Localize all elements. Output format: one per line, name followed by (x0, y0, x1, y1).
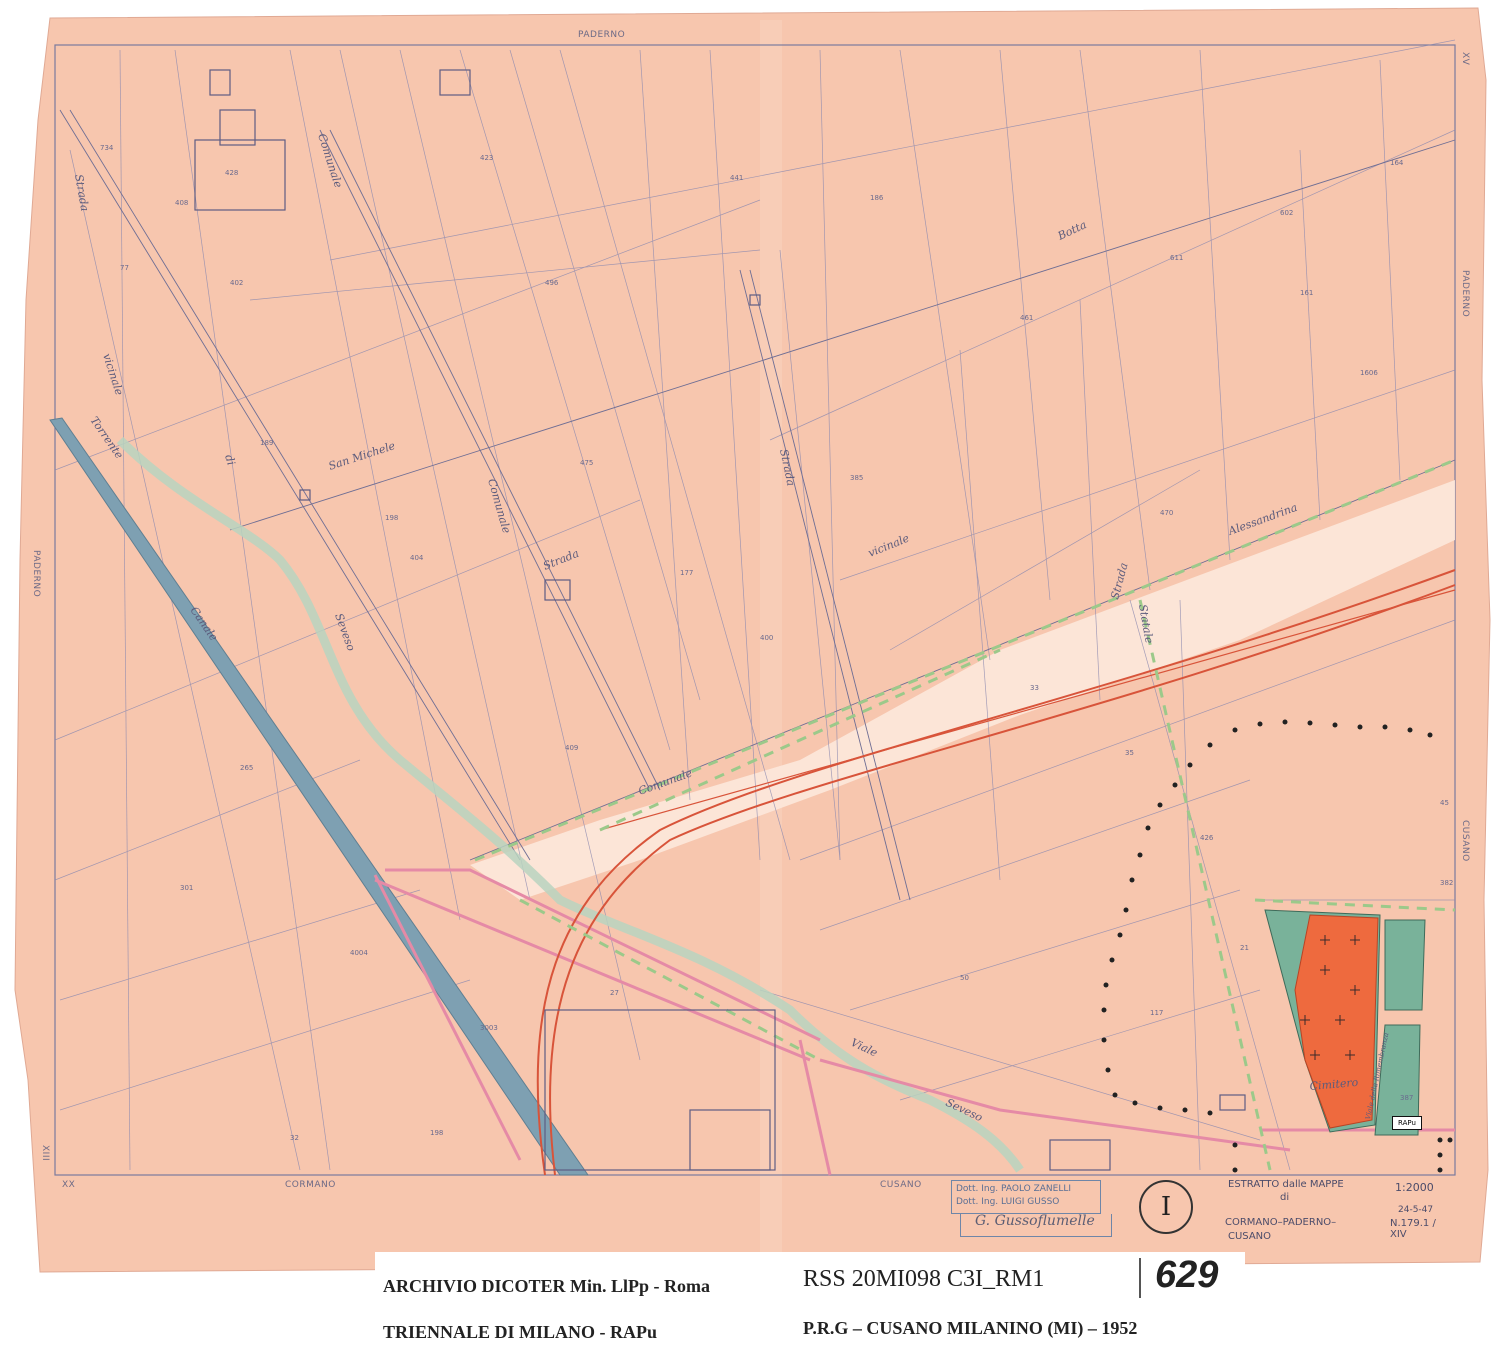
archive-code: RSS 20MI098 C3I_RM1 (803, 1266, 1045, 1292)
svg-text:602: 602 (1280, 209, 1293, 217)
svg-text:470: 470 (1160, 509, 1173, 517)
paper-sheet (14, 7, 1491, 1273)
svg-text:404: 404 (410, 554, 424, 562)
archive-line-1: ARCHIVIO DICOTER Min. LlPp - Roma (383, 1276, 711, 1296)
svg-text:117: 117 (1150, 1009, 1163, 1017)
edge-label-right-bottom: CUSANO (1460, 820, 1470, 862)
title-line-2: di (1280, 1192, 1290, 1203)
caption-divider (1139, 1258, 1141, 1298)
stamp-line-2: Dott. Ing. LUIGI GUSSO (956, 1197, 1060, 1207)
svg-text:408: 408 (175, 199, 188, 207)
title-block: ESTRATTO dalle MAPPE di CORMANO–PADERNO–… (1220, 1176, 1455, 1248)
engineer-stamp: Dott. Ing. PAOLO ZANELLI Dott. Ing. LUIG… (951, 1180, 1101, 1214)
edge-label-bottom-left: CORMANO (285, 1180, 336, 1190)
stamp-line-1: Dott. Ing. PAOLO ZANELLI (956, 1184, 1072, 1194)
svg-text:198: 198 (430, 1129, 443, 1137)
map-scale: 1:2000 (1395, 1181, 1434, 1194)
svg-text:611: 611 (1170, 254, 1183, 262)
svg-text:409: 409 (565, 744, 578, 752)
title-line-4: CUSANO (1228, 1231, 1272, 1242)
map-sheet: 734 408 428 402 77 423 496 441 186 461 611 602… (0, 0, 1500, 1352)
archive-line-2: TRIENNALE DI MILANO - RAPu (383, 1322, 658, 1342)
svg-text:734: 734 (100, 144, 114, 152)
svg-text:423: 423 (480, 154, 493, 162)
plan-title: P.R.G – CUSANO MILANINO (MI) – 1952 (803, 1318, 1138, 1338)
svg-text:164: 164 (1390, 159, 1404, 167)
corner-label-bl: XX (62, 1180, 76, 1190)
svg-text:50: 50 (960, 974, 969, 982)
svg-text:198: 198 (385, 514, 398, 522)
svg-text:387: 387 (1400, 1094, 1413, 1102)
svg-text:1606: 1606 (1360, 369, 1378, 377)
edge-label-top: PADERNO (578, 30, 626, 40)
title-line-3: CORMANO–PADERNO– (1225, 1217, 1337, 1228)
svg-text:475: 475 (580, 459, 593, 467)
svg-text:461: 461 (1020, 314, 1033, 322)
svg-text:301: 301 (180, 884, 193, 892)
rapu-tag: RAPu (1392, 1116, 1422, 1130)
svg-text:385: 385 (850, 474, 863, 482)
svg-text:77: 77 (120, 264, 129, 272)
svg-text:33: 33 (1030, 684, 1039, 692)
svg-text:428: 428 (225, 169, 238, 177)
svg-text:4004: 4004 (350, 949, 368, 957)
title-line-1: ESTRATTO dalle MAPPE (1228, 1179, 1344, 1190)
edge-label-left: PADERNO (31, 550, 41, 598)
map-date: 24-5-47 (1398, 1205, 1434, 1215)
svg-text:265: 265 (240, 764, 253, 772)
archive-caption: ARCHIVIO DICOTER Min. LlPp - Roma TRIENN… (375, 1252, 1245, 1352)
svg-text:177: 177 (680, 569, 693, 577)
svg-text:496: 496 (545, 279, 559, 287)
sheet-number-circle: I (1139, 1180, 1193, 1234)
svg-text:35: 35 (1125, 749, 1134, 757)
svg-text:21: 21 (1240, 944, 1249, 952)
edge-label-right-top: PADERNO (1460, 270, 1470, 318)
svg-text:426: 426 (1200, 834, 1214, 842)
map-sheet-code: N.179.1 / XIV (1390, 1218, 1436, 1240)
svg-text:189: 189 (260, 439, 273, 447)
svg-text:382: 382 (1440, 879, 1453, 887)
svg-text:441: 441 (730, 174, 743, 182)
corner-label-left: XIII (40, 1145, 50, 1162)
cadastral-map: 734 408 428 402 77 423 496 441 186 461 611 602… (14, 7, 1491, 1273)
svg-text:45: 45 (1440, 799, 1449, 807)
svg-text:402: 402 (230, 279, 243, 287)
svg-text:400: 400 (760, 634, 773, 642)
svg-text:161: 161 (1300, 289, 1313, 297)
svg-text:186: 186 (870, 194, 884, 202)
svg-text:32: 32 (290, 1134, 299, 1142)
svg-text:27: 27 (610, 989, 619, 997)
corner-label-tr: XV (1460, 52, 1470, 66)
svg-text:3003: 3003 (480, 1024, 498, 1032)
archive-number: 629 (1155, 1254, 1219, 1296)
edge-label-bottom-right: CUSANO (880, 1180, 922, 1190)
signature: G. Gussoflumelle (975, 1213, 1095, 1229)
